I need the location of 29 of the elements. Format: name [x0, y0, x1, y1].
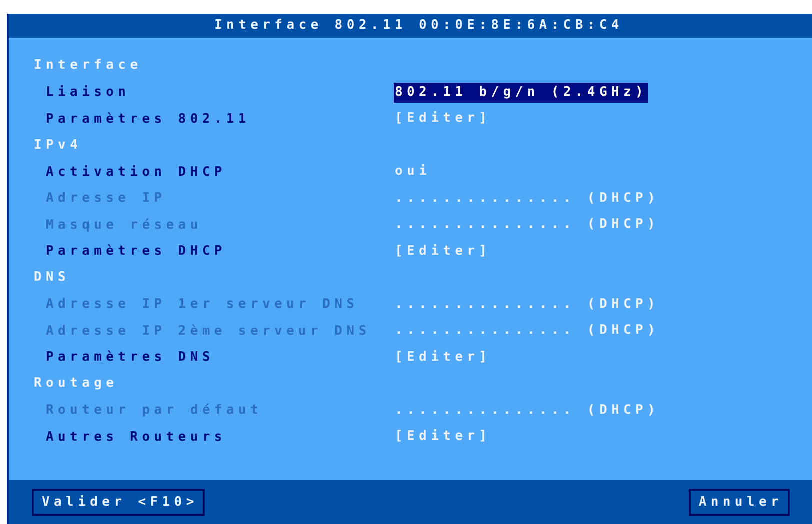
setting-value[interactable]: [Editer] [394, 109, 492, 130]
section-heading: DNS [33, 269, 72, 287]
setting-label: Paramètres DHCP [45, 244, 228, 260]
setting-value: ............... (DHCP) [394, 322, 660, 340]
setting-label: Masque réseau [45, 218, 204, 233]
setting-value: ............... (DHCP) [394, 402, 660, 420]
dialog-button[interactable]: Annuler [688, 488, 790, 516]
setting-label: Paramètres 802.11 [45, 112, 252, 127]
setting-label: Activation DHCP [45, 164, 228, 180]
setting-value[interactable]: oui [394, 162, 432, 182]
dialog-button[interactable]: Valider <F10> [32, 488, 206, 516]
section-heading: Routage [33, 375, 120, 393]
setting-value[interactable]: [Editer] [394, 242, 492, 262]
setting-label: Paramètres DNS [45, 350, 216, 366]
setting-label: Autres Routeurs [45, 430, 228, 445]
setting-label: Adresse IP 2ème serveur DNS [45, 324, 372, 339]
setting-label: Routeur par défaut [45, 403, 264, 418]
setting-value[interactable]: [Editer] [394, 348, 492, 368]
section-heading: Interface [33, 57, 144, 75]
setting-value[interactable]: 802.11 b/g/n (2.4GHz) [394, 82, 648, 103]
setting-label: Liaison [45, 85, 132, 100]
setting-value[interactable]: [Editer] [394, 427, 492, 448]
setting-label: Adresse IP [45, 191, 168, 206]
setting-value: ............... (DHCP) [394, 296, 660, 314]
setting-value: ............... (DHCP) [394, 216, 660, 234]
setting-value: ............... (DHCP) [394, 190, 660, 208]
window-title: Interface 802.11 00:0E:8E:6A:CB:C4 [9, 14, 812, 38]
section-heading: IPv4 [33, 136, 84, 154]
setting-label: Adresse IP 1er serveur DNS [45, 297, 360, 312]
